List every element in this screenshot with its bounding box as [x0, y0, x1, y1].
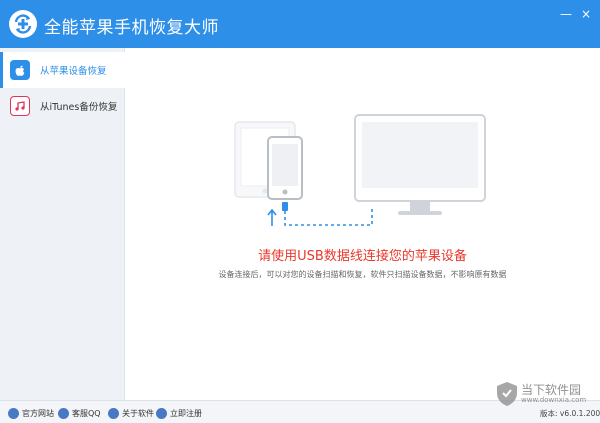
connect-device-description: 设备连接后，可以对您的设备扫描和恢复，软件只扫描设备数据，不影响原有数据: [218, 270, 507, 279]
usb-cable-icon: [267, 202, 373, 226]
apple-icon: [10, 60, 30, 80]
footer-link-label: 客服QQ: [72, 408, 101, 418]
site-watermark: 当下软件园 www.downxia.com: [496, 381, 600, 407]
footer-link-label: 立即注册: [170, 408, 202, 418]
sidebar-item-label: 从苹果设备恢复: [40, 66, 107, 77]
sidebar-item-label: 从iTunes备份恢复: [40, 102, 118, 113]
minimize-button[interactable]: —: [558, 7, 574, 21]
computer-monitor-icon: [354, 114, 486, 215]
watermark-url: www.downxia.com: [521, 396, 587, 404]
version-label: 版本: v6.0.1.200: [540, 409, 600, 418]
itunes-music-icon: [10, 96, 30, 116]
close-button[interactable]: ×: [578, 7, 594, 21]
qq-icon: [58, 407, 69, 419]
title-bar: 全能苹果手机恢复大师 — ×: [0, 0, 600, 48]
official-website-link[interactable]: 官方网站: [8, 406, 54, 420]
home-icon: [8, 407, 19, 419]
connect-device-message: 请使用USB数据线连接您的苹果设备: [258, 249, 467, 264]
shield-icon: [497, 382, 517, 406]
app-title: 全能苹果手机恢复大师: [44, 18, 219, 38]
sidebar-item-itunes-backup[interactable]: 从iTunes备份恢复: [0, 88, 125, 124]
register-now-link[interactable]: 立即注册: [156, 406, 202, 420]
sidebar-item-apple-device[interactable]: 从苹果设备恢复: [0, 52, 125, 88]
customer-service-qq-link[interactable]: 客服QQ: [58, 406, 101, 420]
user-icon: [156, 407, 167, 419]
footer-link-label: 关于软件: [122, 408, 154, 418]
phone-icon: [267, 136, 303, 200]
device-connection-illustration: [234, 114, 486, 226]
info-icon: [108, 407, 119, 419]
sidebar: 从苹果设备恢复 从iTunes备份恢复: [0, 48, 125, 400]
app-logo-icon: [9, 10, 37, 38]
about-software-link[interactable]: 关于软件: [108, 406, 154, 420]
footer-link-label: 官方网站: [22, 408, 54, 418]
